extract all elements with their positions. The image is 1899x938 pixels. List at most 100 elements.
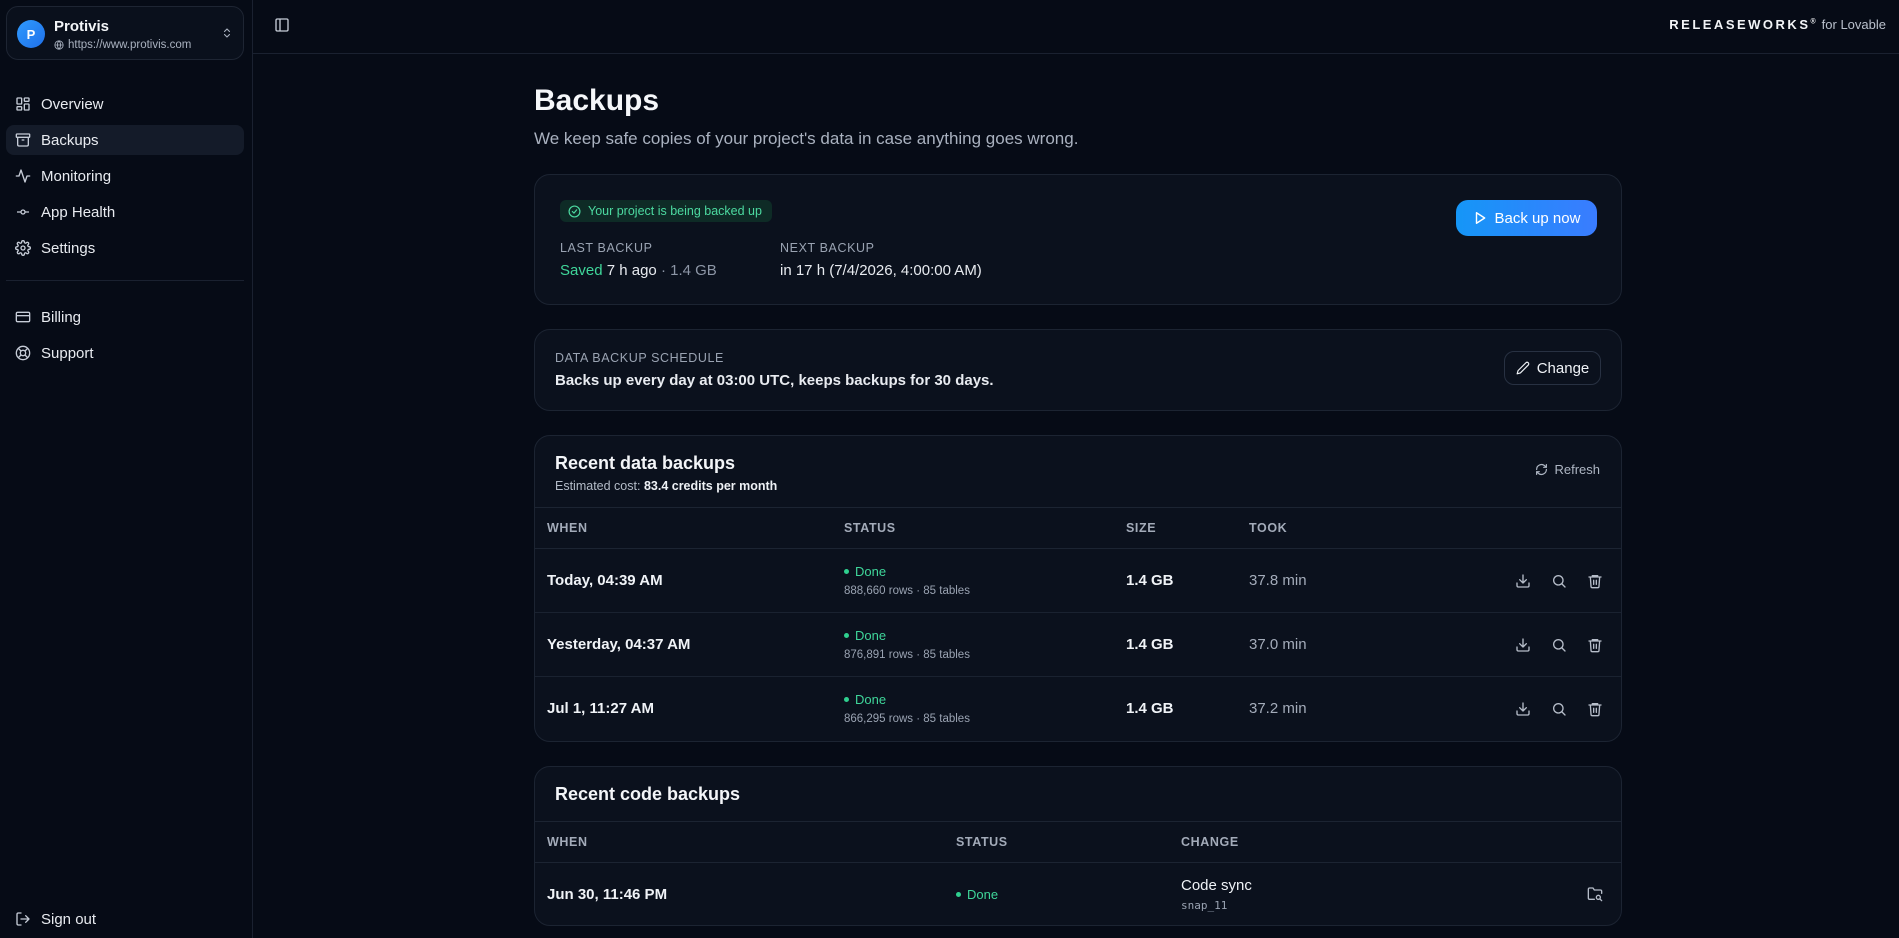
sidebar-item-settings[interactable]: Settings: [6, 233, 244, 263]
backup-size: 1.4 GB: [1126, 572, 1174, 589]
sidebar-item-overview[interactable]: Overview: [6, 89, 244, 119]
sidebar-item-label: Monitoring: [41, 167, 112, 185]
schedule-value: Backs up every day at 03:00 UTC, keeps b…: [555, 372, 994, 389]
last-backup-ago: 7 h ago: [606, 262, 657, 279]
sidebar: P Protivis https://www.protivis.com Over…: [0, 0, 253, 938]
credit-card-icon: [15, 309, 31, 325]
download-icon[interactable]: [1515, 573, 1531, 589]
trash-icon[interactable]: [1587, 701, 1603, 717]
refresh-icon: [1535, 463, 1548, 476]
backup-when: Yesterday, 04:37 AM: [547, 636, 691, 653]
status-badge: Your project is being backed up: [560, 200, 772, 222]
sidebar-item-label: Settings: [41, 239, 96, 257]
archive-icon: [15, 132, 31, 148]
sidebar-item-label: Backups: [41, 131, 99, 149]
project-switcher[interactable]: P Protivis https://www.protivis.com: [6, 6, 244, 60]
table-row: Today, 04:39 AM Done 888,660 rows · 85 t…: [535, 548, 1621, 613]
table-row: Yesterday, 04:37 AM Done 876,891 rows · …: [535, 612, 1621, 677]
sidebar-item-label: App Health: [41, 203, 116, 221]
status-badge-text: Your project is being backed up: [588, 204, 762, 218]
sidebar-item-backups[interactable]: Backups: [6, 125, 244, 155]
search-icon[interactable]: [1551, 637, 1567, 653]
search-icon[interactable]: [1551, 573, 1567, 589]
sign-out-button[interactable]: Sign out: [6, 904, 244, 934]
sidebar-toggle-icon[interactable]: [274, 17, 290, 33]
gear-icon: [15, 240, 31, 256]
sidebar-item-app-health[interactable]: App Health: [6, 197, 244, 227]
download-icon[interactable]: [1515, 701, 1531, 717]
code-change-title: Code sync: [1181, 876, 1252, 894]
recent-data-backups-card: Recent data backups Estimated cost: 83.4…: [534, 435, 1622, 742]
sign-out-label: Sign out: [41, 910, 97, 928]
backup-schedule-card: DATA BACKUP SCHEDULE Backs up every day …: [534, 329, 1622, 411]
row-actions: [1399, 701, 1621, 717]
last-backup-saved: Saved: [560, 262, 603, 279]
change-label: Change: [1536, 359, 1590, 377]
trash-icon[interactable]: [1587, 637, 1603, 653]
change-schedule-button[interactable]: Change: [1504, 351, 1601, 385]
next-backup-value: in 17 h (7/4/2026, 4:00:00 AM): [780, 262, 982, 279]
check-circle-icon: [568, 204, 581, 218]
code-backup-when: Jun 30, 11:46 PM: [547, 885, 668, 903]
page-title: Backups: [534, 84, 660, 117]
last-backup-value: Saved 7 h ago · 1.4 GB: [560, 262, 717, 279]
status-text: Done: [855, 692, 887, 708]
status-badge: Done: [844, 564, 1114, 579]
back-up-now-button[interactable]: Back up now: [1456, 200, 1597, 236]
column-header-size: SIZE: [1114, 507, 1237, 549]
folder-search-icon[interactable]: [1587, 886, 1603, 902]
grid-icon: [15, 96, 31, 112]
code-backups-title: Recent code backups: [555, 784, 741, 804]
sidebar-item-label: Overview: [41, 95, 104, 113]
brand-logo: RELEASEWORKS®: [1669, 17, 1816, 32]
brand: RELEASEWORKS® for Lovable: [1669, 17, 1886, 32]
table-row: Jun 30, 11:46 PM Done Code sync snap_11: [535, 863, 1621, 926]
column-header-change: CHANGE: [1169, 821, 1569, 863]
column-header-status: STATUS: [944, 821, 1169, 863]
pencil-icon: [1516, 361, 1530, 375]
estimated-cost: Estimated cost: 83.4 credits per month: [555, 479, 777, 493]
sidebar-nav: Overview Backups Monitoring App Health S…: [6, 89, 244, 374]
cost-prefix: Estimated cost:: [555, 479, 641, 493]
sidebar-item-monitoring[interactable]: Monitoring: [6, 161, 244, 191]
next-backup-label: NEXT BACKUP: [780, 241, 875, 255]
backup-when: Today, 04:39 AM: [547, 572, 663, 589]
trash-icon[interactable]: [1587, 573, 1603, 589]
refresh-button[interactable]: Refresh: [1535, 462, 1600, 477]
backup-duration: 37.2 min: [1249, 700, 1307, 718]
column-header-when: WHEN: [535, 507, 832, 549]
status-dot: [844, 697, 849, 703]
data-backups-table: WHEN STATUS SIZE TOOK Today, 04:39 AM Do…: [535, 507, 1621, 741]
last-backup-size: · 1.4 GB: [660, 262, 717, 279]
backup-size: 1.4 GB: [1126, 636, 1174, 653]
refresh-label: Refresh: [1554, 462, 1600, 477]
table-header-row: WHEN STATUS SIZE TOOK: [535, 507, 1621, 549]
backup-detail: 876,891 rows · 85 tables: [844, 649, 970, 661]
status-badge: Done: [956, 887, 1169, 902]
status-dot: [844, 569, 849, 574]
backup-duration: 37.0 min: [1249, 636, 1307, 653]
brand-suffix: for Lovable: [1821, 17, 1886, 32]
table-row: Jul 1, 11:27 AM Done 866,295 rows · 85 t…: [535, 677, 1621, 741]
commit-icon: [15, 204, 31, 220]
backup-size: 1.4 GB: [1126, 700, 1174, 718]
column-header-actions: [1387, 507, 1621, 549]
status-text: Done: [967, 886, 999, 902]
backup-when: Jul 1, 11:27 AM: [547, 700, 654, 718]
sidebar-item-support[interactable]: Support: [6, 338, 244, 368]
download-icon[interactable]: [1515, 637, 1531, 653]
project-url: https://www.protivis.com: [68, 39, 192, 51]
column-header-when: WHEN: [535, 821, 944, 863]
project-url-row: https://www.protivis.com: [54, 39, 191, 51]
sidebar-item-billing[interactable]: Billing: [6, 302, 244, 332]
lifebuoy-icon: [15, 345, 31, 361]
activity-icon: [15, 168, 31, 184]
backup-status-card: Your project is being backed up LAST BAC…: [534, 174, 1622, 305]
play-icon: [1473, 211, 1487, 225]
search-icon[interactable]: [1551, 701, 1567, 717]
schedule-label: DATA BACKUP SCHEDULE: [555, 351, 724, 365]
sidebar-divider: [6, 280, 244, 281]
project-name: Protivis: [54, 18, 110, 35]
row-actions: [1399, 637, 1621, 653]
sidebar-item-label: Support: [41, 344, 94, 362]
